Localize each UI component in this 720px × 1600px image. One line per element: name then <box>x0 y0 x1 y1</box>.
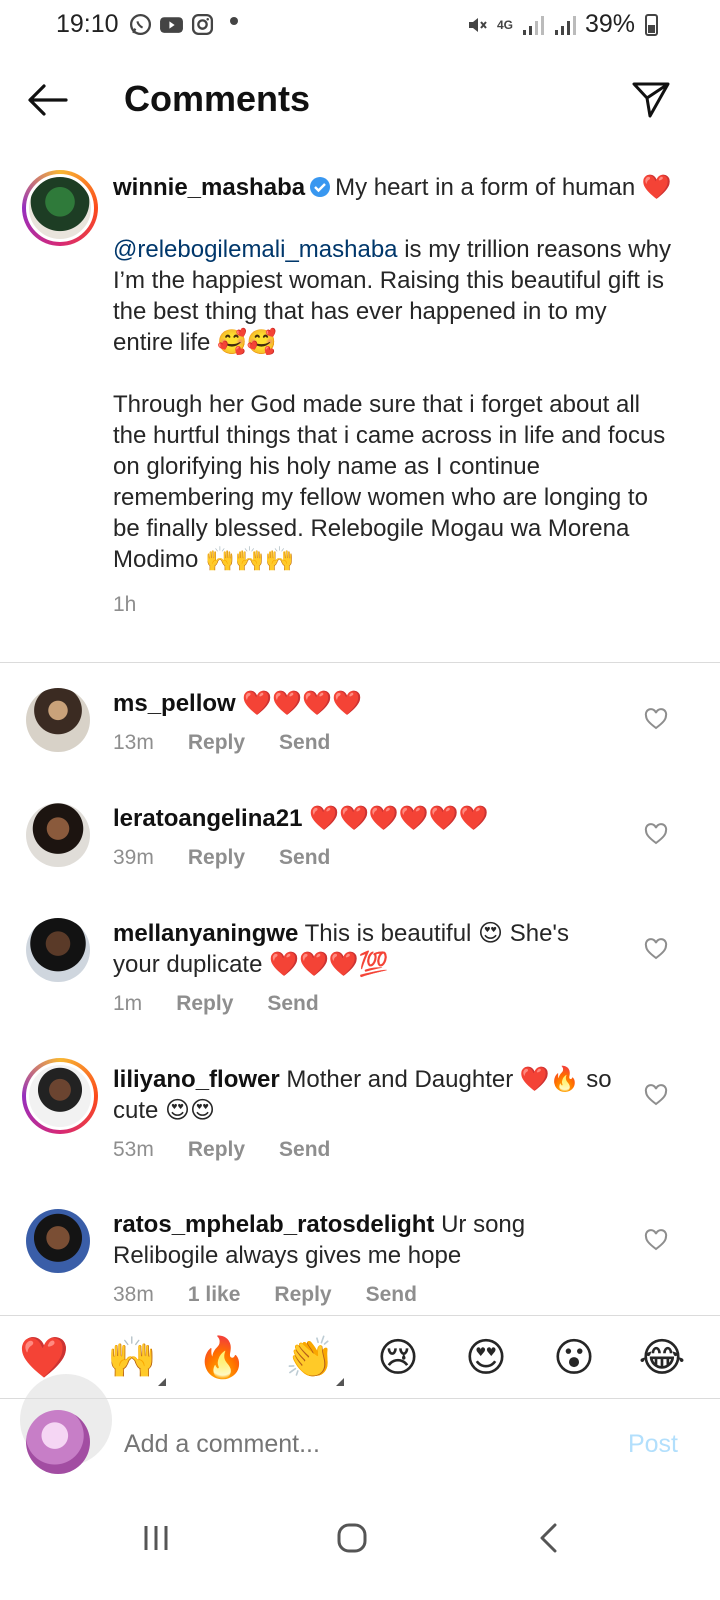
caption-text: winnie_mashaba My heart in a form of huma… <box>113 172 673 620</box>
reply-button[interactable]: Reply <box>274 1279 331 1310</box>
status-bar: 19:10 4G 39% <box>0 0 720 50</box>
comment-input[interactable] <box>124 1430 544 1459</box>
emoji-quick-bar: ❤️ 🙌 🔥 👏 😢 😍 😮 😂 <box>0 1315 720 1399</box>
emoji-raising-hands[interactable]: 🙌 <box>106 1332 166 1386</box>
caption-paragraph-2: Through her God made sure that i forget … <box>113 391 666 573</box>
whatsapp-icon <box>129 13 152 36</box>
like-heart-icon[interactable] <box>644 1084 668 1106</box>
comment-username[interactable]: leratoangelina21 <box>113 805 302 832</box>
comment-time: 53m <box>113 1138 154 1161</box>
like-heart-icon[interactable] <box>644 708 668 730</box>
send-button[interactable]: Send <box>279 842 330 873</box>
post-button[interactable]: Post <box>628 1430 678 1459</box>
instagram-icon <box>191 13 214 36</box>
recent-apps-icon[interactable] <box>136 1518 176 1558</box>
youtube-icon <box>160 17 183 33</box>
send-button[interactable]: Send <box>267 988 318 1019</box>
comment-username[interactable]: ms_pellow <box>113 690 236 717</box>
back-icon[interactable] <box>530 1518 570 1558</box>
comment-body: mellanyaningwe This is beautiful 😍 She's… <box>113 918 613 1019</box>
comment-time: 13m <box>113 731 154 754</box>
emoji-surprised[interactable]: 😮 <box>548 1332 600 1384</box>
like-heart-icon[interactable] <box>644 1229 668 1251</box>
more-notifications-dot <box>230 17 238 25</box>
page-title: Comments <box>124 78 311 119</box>
emoji-heart-eyes[interactable]: 😍 <box>460 1332 512 1384</box>
network-type: 4G <box>496 17 513 32</box>
likes-count[interactable]: 1 like <box>188 1279 241 1310</box>
avatar[interactable] <box>26 688 90 752</box>
comment-body: ratos_mphelab_ratosdelight Ur song Relib… <box>113 1209 633 1310</box>
send-button[interactable]: Send <box>279 1134 330 1165</box>
emoji-fire[interactable]: 🔥 <box>196 1332 248 1384</box>
avatar[interactable] <box>26 918 90 982</box>
like-heart-icon[interactable] <box>644 938 668 960</box>
battery-icon <box>645 13 658 36</box>
comment-time: 39m <box>113 846 154 869</box>
comment-body: leratoangelina21 ❤️❤️❤️❤️❤️❤️ 39m Reply … <box>113 803 613 873</box>
reply-button[interactable]: Reply <box>176 988 233 1019</box>
avatar <box>26 1410 90 1474</box>
send-button[interactable]: Send <box>279 727 330 758</box>
comments-header: Comments <box>0 60 720 140</box>
verified-badge-icon <box>310 177 331 197</box>
avatar[interactable] <box>26 803 90 867</box>
battery-percent: 39% <box>584 10 635 38</box>
comment-meta: 39m Reply Send <box>113 842 613 873</box>
emoji-crying[interactable]: 😢 <box>372 1332 424 1384</box>
emoji-laughing[interactable]: 😂 <box>636 1332 688 1384</box>
like-heart-icon[interactable] <box>644 823 668 845</box>
signal-icon-2 <box>554 15 576 35</box>
direct-send-icon[interactable] <box>630 78 672 120</box>
avatar <box>26 1062 94 1130</box>
mute-icon <box>468 17 487 32</box>
skin-tone-indicator <box>336 1378 344 1386</box>
reply-button[interactable]: Reply <box>188 727 245 758</box>
system-nav-bar <box>0 1490 720 1600</box>
caption-username[interactable]: winnie_mashaba <box>113 174 305 201</box>
mention-link[interactable]: @relebogilemali_mashaba <box>113 236 398 263</box>
reply-button[interactable]: Reply <box>188 1134 245 1165</box>
comment-composer: Post <box>0 1374 720 1490</box>
emoji-clapping[interactable]: 👏 <box>284 1332 344 1386</box>
comment-time: 38m <box>113 1283 154 1306</box>
comment-meta: 53m Reply Send <box>113 1134 613 1165</box>
caption-paragraph-1: @relebogilemali_mashaba is my trillion r… <box>113 236 671 356</box>
status-time: 19:10 <box>56 10 119 38</box>
caption-avatar-ring[interactable] <box>22 170 98 246</box>
avatar <box>26 174 94 242</box>
skin-tone-indicator <box>158 1378 166 1386</box>
comment-meta: 1m Reply Send <box>113 988 613 1019</box>
comment-body: liliyano_flower Mother and Daughter ❤️🔥 … <box>113 1064 613 1165</box>
comment-body: ms_pellow ❤️❤️❤️❤️ 13m Reply Send <box>113 688 613 758</box>
comment-text: ❤️❤️❤️❤️❤️❤️ <box>309 805 489 832</box>
comment-username[interactable]: mellanyaningwe <box>113 920 298 947</box>
divider <box>0 662 720 663</box>
reply-button[interactable]: Reply <box>188 842 245 873</box>
story-ring[interactable] <box>22 1058 98 1134</box>
avatar[interactable] <box>26 1209 90 1273</box>
comment-meta: 38m 1 like Reply Send <box>113 1279 633 1310</box>
system-indicators: 4G 39% <box>465 10 658 39</box>
caption-line1: My heart in a form of human ❤️ <box>335 174 672 201</box>
back-arrow-icon[interactable] <box>26 82 70 118</box>
comment-time: 1m <box>113 992 143 1015</box>
home-icon[interactable] <box>332 1518 372 1558</box>
comment-username[interactable]: ratos_mphelab_ratosdelight <box>113 1211 434 1238</box>
caption-timestamp: 1h <box>113 593 137 616</box>
signal-icon-1 <box>522 15 544 35</box>
comment-text: ❤️❤️❤️❤️ <box>242 690 362 717</box>
send-button[interactable]: Send <box>366 1279 417 1310</box>
comment-meta: 13m Reply Send <box>113 727 613 758</box>
comment-username[interactable]: liliyano_flower <box>113 1066 280 1093</box>
notification-icons <box>128 12 215 37</box>
